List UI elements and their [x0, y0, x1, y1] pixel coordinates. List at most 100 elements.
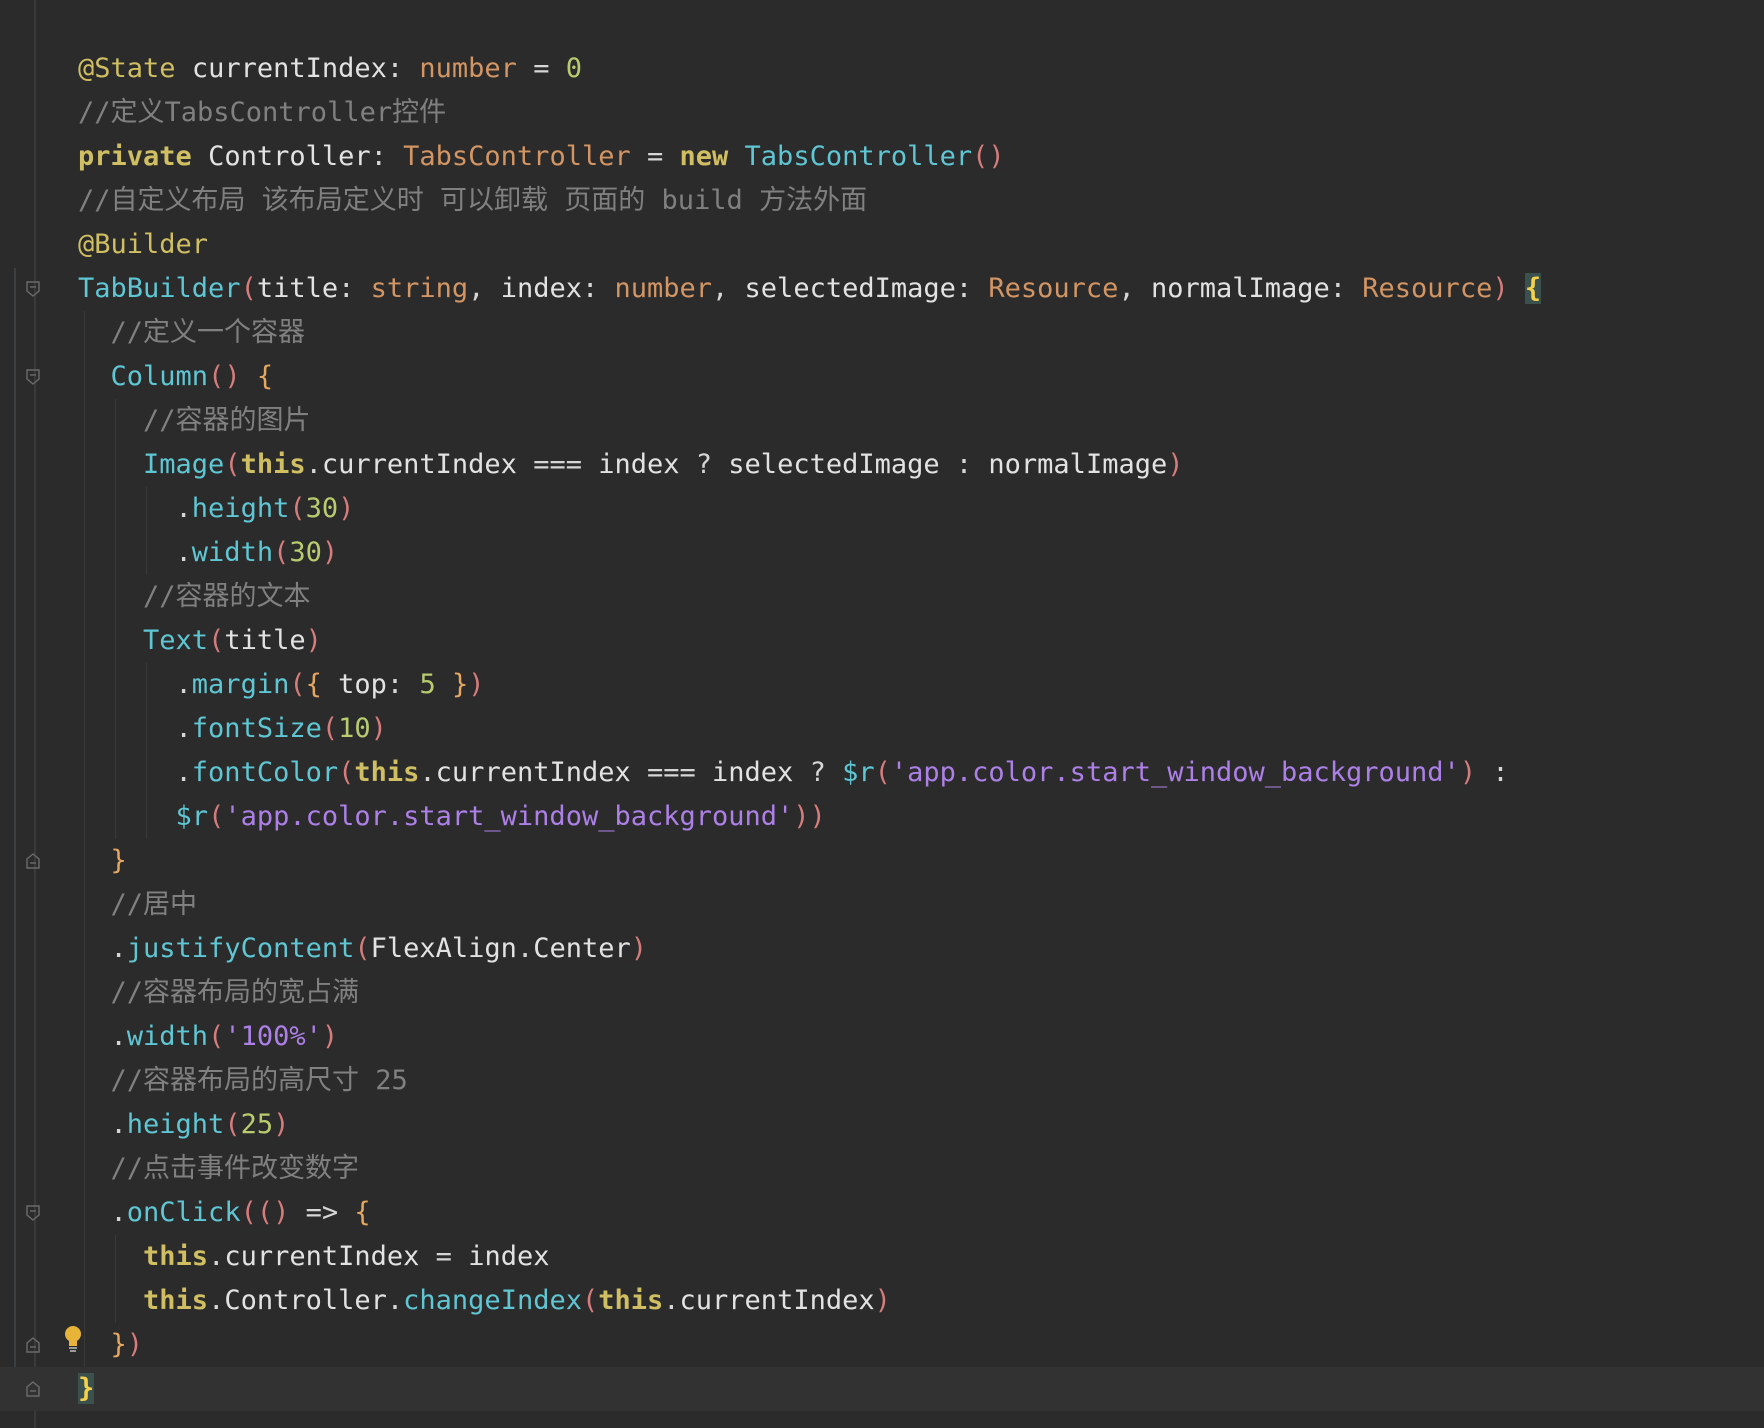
code-token: ?	[793, 757, 843, 788]
code-line[interactable]: $r('app.color.start_window_background'))	[0, 795, 1764, 839]
code-token: 0	[565, 53, 582, 84]
code-token: Resource	[988, 273, 1119, 304]
code-line[interactable]: }	[0, 1367, 1764, 1411]
code-line[interactable]: .justifyContent(FlexAlign.Center)	[0, 927, 1764, 971]
code-token: (()	[240, 1197, 290, 1228]
code-token: .	[386, 1285, 404, 1316]
code-line[interactable]: //居中	[0, 883, 1764, 927]
fold-open-icon[interactable]	[26, 1205, 40, 1221]
code-token: )	[126, 1329, 144, 1360]
code-line-text: .onClick(() => {	[78, 1191, 371, 1235]
code-token: fontSize	[191, 713, 322, 744]
code-line[interactable]: this.currentIndex = index	[0, 1235, 1764, 1279]
code-token: .	[78, 933, 127, 964]
code-line[interactable]: TabBuilder(title: string, index: number,…	[0, 267, 1764, 311]
code-line[interactable]: //点击事件改变数字	[0, 1147, 1764, 1191]
code-line[interactable]: Text(title)	[0, 619, 1764, 663]
code-line[interactable]: private Controller: TabsController = new…	[0, 135, 1764, 179]
code-token: margin	[191, 669, 290, 700]
code-token: .	[78, 537, 192, 568]
code-line-text: private Controller: TabsController = new…	[78, 135, 1005, 179]
code-token: .	[78, 1021, 127, 1052]
code-token: number	[419, 53, 517, 84]
code-token: )	[1492, 273, 1509, 304]
code-line-text: //容器布局的高尺寸 25	[78, 1059, 408, 1103]
code-line[interactable]: Image(this.currentIndex === index ? sele…	[0, 443, 1764, 487]
code-token: (	[208, 625, 225, 656]
code-token: .	[305, 449, 322, 480]
code-line-text: //定义TabsController控件	[78, 91, 446, 135]
code-line[interactable]: //自定义布局 该布局定义时 可以卸载 页面的 build 方法外面	[0, 179, 1764, 223]
code-token: )	[630, 933, 648, 964]
code-token: (	[224, 449, 241, 480]
code-line[interactable]: //容器布局的宽占满	[0, 971, 1764, 1015]
code-token: Resource	[1362, 273, 1493, 304]
code-token: this	[598, 1285, 664, 1316]
code-token: changeIndex	[403, 1285, 582, 1316]
code-token: //容器布局的宽占满	[110, 977, 360, 1008]
code-line[interactable]: })	[0, 1323, 1764, 1367]
fold-close-icon[interactable]	[26, 853, 40, 869]
code-editor[interactable]: @State currentIndex: number = 0 //定义TabsC…	[0, 0, 1764, 1428]
fold-open-icon[interactable]	[26, 281, 40, 297]
code-token: :	[581, 273, 615, 304]
code-token: =	[419, 1241, 469, 1272]
code-line[interactable]: .margin({ top: 5 })	[0, 663, 1764, 707]
code-line[interactable]: }	[0, 839, 1764, 883]
code-line-text: .justifyContent(FlexAlign.Center)	[78, 927, 648, 971]
code-token: $r	[175, 801, 209, 832]
code-line[interactable]: this.Controller.changeIndex(this.current…	[0, 1279, 1764, 1323]
code-token: width	[191, 537, 274, 568]
code-line[interactable]: .fontColor(this.currentIndex === index ?…	[0, 751, 1764, 795]
code-token: (	[289, 669, 306, 700]
code-token: .	[516, 933, 534, 964]
code-token: Column	[110, 361, 209, 392]
code-token: )	[370, 713, 387, 744]
code-token: this	[240, 449, 306, 480]
code-token: }	[110, 1329, 127, 1360]
code-line-text: this.Controller.changeIndex(this.current…	[78, 1279, 891, 1323]
code-line[interactable]: .onClick(() => {	[0, 1191, 1764, 1235]
code-token: index	[712, 757, 794, 788]
code-token: (	[581, 1285, 599, 1316]
code-token: index	[598, 449, 680, 480]
code-token: .	[78, 757, 192, 788]
code-token: ,	[468, 273, 501, 304]
code-line[interactable]: .height(25)	[0, 1103, 1764, 1147]
code-token: )	[273, 1109, 290, 1140]
code-line[interactable]: @State currentIndex: number = 0	[0, 47, 1764, 91]
fold-close-icon[interactable]	[26, 1381, 40, 1397]
code-token: 25	[240, 1109, 274, 1140]
code-line[interactable]: //定义一个容器	[0, 311, 1764, 355]
lightbulb-icon[interactable]	[62, 1324, 84, 1354]
code-token: .	[419, 757, 436, 788]
code-line[interactable]: //容器的文本	[0, 575, 1764, 619]
code-line[interactable]: @Builder	[0, 223, 1764, 267]
code-token: {	[1524, 273, 1542, 304]
code-line[interactable]: //容器布局的高尺寸 25	[0, 1059, 1764, 1103]
code-line[interactable]: .width('100%')	[0, 1015, 1764, 1059]
code-line[interactable]: .fontSize(10)	[0, 707, 1764, 751]
code-line[interactable]: Column() {	[0, 355, 1764, 399]
code-token: )	[468, 669, 485, 700]
code-token: justifyContent	[126, 933, 355, 964]
code-token: Controller	[208, 141, 371, 172]
code-line[interactable]: .width(30)	[0, 531, 1764, 575]
code-token: 'app.color.start_window_background'	[890, 757, 1460, 788]
code-line[interactable]: //容器的图片	[0, 399, 1764, 443]
code-token: :	[939, 449, 989, 480]
code-line[interactable]: .height(30)	[0, 487, 1764, 531]
code-line-text: }	[78, 839, 127, 883]
code-token: (	[874, 757, 891, 788]
code-token: {	[256, 361, 274, 392]
fold-close-icon[interactable]	[26, 1337, 40, 1353]
code-token: //定义TabsController控件	[78, 97, 447, 128]
code-token: currentIndex	[321, 449, 517, 480]
code-token: height	[191, 493, 290, 524]
fold-open-icon[interactable]	[26, 369, 40, 385]
code-line[interactable]: //定义TabsController控件	[0, 91, 1764, 135]
